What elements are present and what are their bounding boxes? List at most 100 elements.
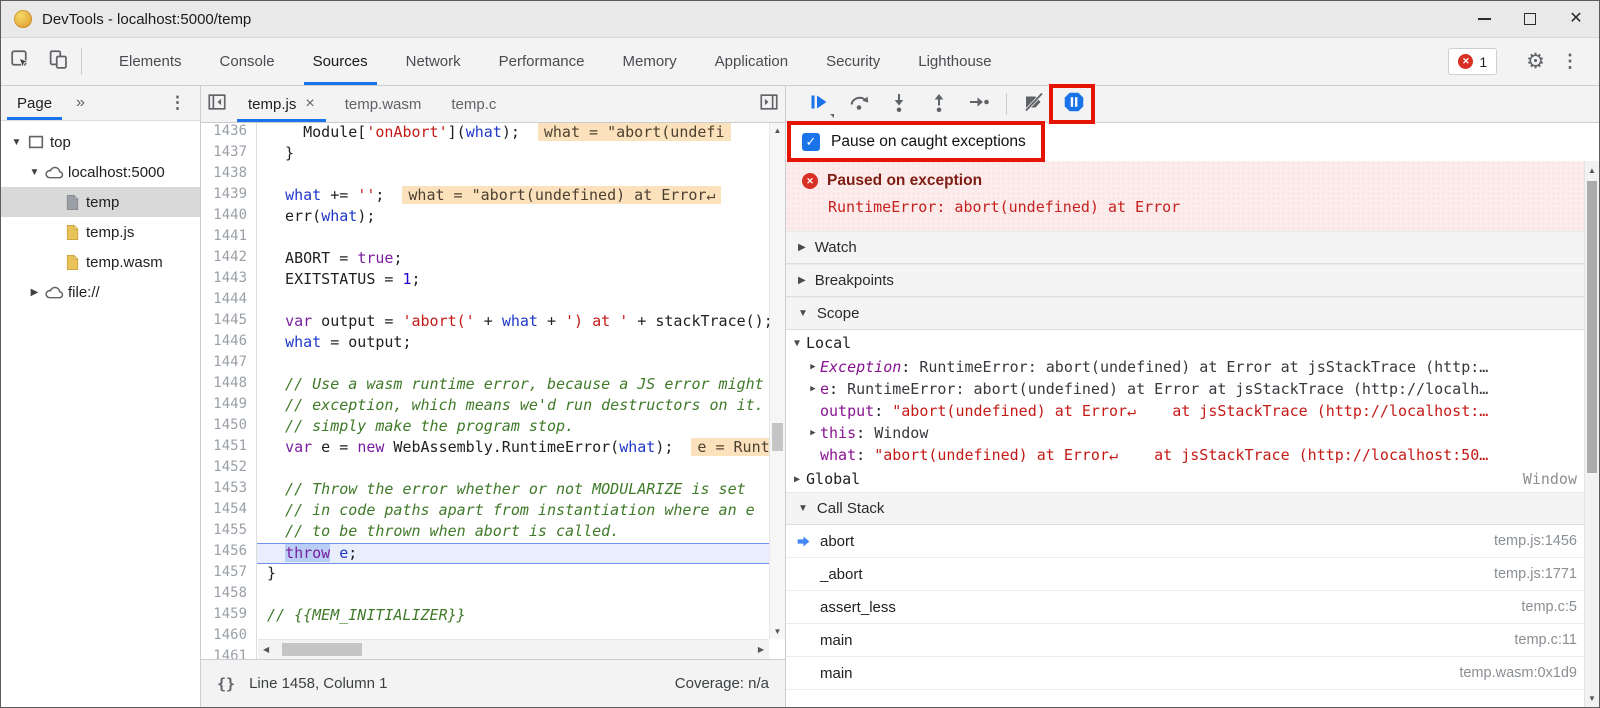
sidebar-menu-icon[interactable]: ⋮ [155, 93, 200, 113]
line-number[interactable]: 1446 [201, 333, 257, 354]
main-menu-icon[interactable]: ⋮ [1555, 51, 1591, 72]
tab-security[interactable]: Security [807, 38, 899, 85]
scope-local-group[interactable]: ▼ Local [786, 330, 1599, 356]
code-line[interactable]: 1449 // exception, which means we'd run … [201, 396, 785, 417]
scope-global-group[interactable]: ▶ Global Window [786, 466, 1599, 492]
collapse-triangle-icon[interactable]: ▶ [806, 428, 820, 438]
code-line[interactable]: 1452 [201, 459, 785, 480]
line-number[interactable]: 1453 [201, 480, 257, 501]
code-line[interactable]: 1455 // to be thrown when abort is calle… [201, 522, 785, 543]
line-number[interactable]: 1454 [201, 501, 257, 522]
call-stack-frame-assert_less[interactable]: assert_lesstemp.c:5 [786, 591, 1599, 624]
line-number[interactable]: 1459 [201, 606, 257, 627]
scope-item-output[interactable]: ▶output: "abort(undefined) at Error↵ at … [786, 400, 1599, 422]
line-number[interactable]: 1451 [201, 438, 257, 459]
line-number[interactable]: 1452 [201, 459, 257, 480]
line-number[interactable]: 1461 [201, 648, 257, 659]
step-button[interactable] [962, 89, 996, 119]
hide-navigator-button[interactable] [201, 86, 233, 122]
line-number[interactable]: 1460 [201, 627, 257, 648]
tab-application[interactable]: Application [696, 38, 807, 85]
code-line[interactable]: 1440 err(what); [201, 207, 785, 228]
frame-location[interactable]: temp.wasm:0x1d9 [1459, 665, 1577, 681]
line-number[interactable]: 1448 [201, 375, 257, 396]
tab-console[interactable]: Console [201, 38, 294, 85]
frame-location[interactable]: temp.js:1771 [1494, 566, 1577, 582]
scrollbar-thumb[interactable] [1587, 181, 1597, 473]
pretty-print-icon[interactable]: {} [201, 675, 249, 693]
call-stack-frame-main[interactable]: maintemp.wasm:0x1d9 [786, 657, 1599, 690]
scope-item-this[interactable]: ▶this: Window [786, 422, 1599, 444]
collapse-triangle-icon[interactable]: ▶ [806, 384, 820, 394]
line-number[interactable]: 1441 [201, 228, 257, 249]
tab-page[interactable]: Page [1, 86, 68, 120]
editor-tab-temp.js[interactable]: temp.js× [233, 86, 330, 122]
line-number[interactable]: 1439 [201, 186, 257, 207]
line-number[interactable]: 1440 [201, 207, 257, 228]
step-out-button[interactable] [922, 89, 956, 119]
tab-network[interactable]: Network [387, 38, 480, 85]
maximize-button[interactable] [1507, 1, 1553, 37]
line-number[interactable]: 1443 [201, 270, 257, 291]
code-line[interactable]: 1453 // Throw the error whether or not M… [201, 480, 785, 501]
minimize-button[interactable] [1461, 1, 1507, 37]
code-line[interactable]: 1451 var e = new WebAssembly.RuntimeErro… [201, 438, 785, 459]
scroll-up-icon[interactable]: ▲ [1585, 166, 1599, 175]
collapse-triangle-icon[interactable]: ▶ [806, 362, 820, 372]
tree-item-file-[interactable]: ▶file:// [1, 277, 200, 307]
scrollbar-thumb[interactable] [282, 643, 362, 656]
code-line[interactable]: 1456 throw e; [201, 543, 785, 564]
frame-location[interactable]: temp.c:11 [1514, 632, 1577, 648]
collapse-triangle-icon[interactable]: ▶ [27, 287, 42, 298]
pause-on-caught-exceptions-checkbox[interactable]: ✓ [802, 133, 820, 151]
tab-performance[interactable]: Performance [480, 38, 604, 85]
code-line[interactable]: 1448 // Use a wasm runtime error, becaus… [201, 375, 785, 396]
editor-tab-temp.c[interactable]: temp.c [436, 86, 511, 122]
line-number[interactable]: 1438 [201, 165, 257, 186]
panel-vertical-scrollbar[interactable]: ▲ ▼ [1584, 161, 1599, 707]
expand-triangle-icon[interactable]: ▼ [9, 137, 24, 148]
line-number[interactable]: 1455 [201, 522, 257, 543]
scope-item-what[interactable]: ▶what: "abort(undefined) at Error↵ at js… [786, 444, 1599, 466]
expand-triangle-icon[interactable]: ▼ [27, 167, 42, 178]
scroll-up-icon[interactable]: ▲ [770, 126, 785, 135]
call-stack-frame-abort[interactable]: aborttemp.js:1456 [786, 525, 1599, 558]
pause-on-caught-exceptions-row[interactable]: ✓ Pause on caught exceptions [786, 123, 1599, 161]
scroll-right-icon[interactable]: ▶ [758, 640, 764, 659]
step-over-button[interactable] [842, 89, 876, 119]
scope-item-e[interactable]: ▶e: RuntimeError: abort(undefined) at Er… [786, 378, 1599, 400]
section-breakpoints[interactable]: ▶ Breakpoints [786, 264, 1599, 297]
code-line[interactable]: 1459// {{MEM_INITIALIZER}} [201, 606, 785, 627]
code-line[interactable]: 1445 var output = 'abort(' + what + ') a… [201, 312, 785, 333]
scrollbar-thumb[interactable] [772, 423, 783, 451]
close-tab-icon[interactable]: × [305, 95, 314, 113]
code-line[interactable]: 1444 [201, 291, 785, 312]
line-number[interactable]: 1449 [201, 396, 257, 417]
code-line[interactable]: 1441 [201, 228, 785, 249]
settings-gear-icon[interactable]: ⚙ [1516, 49, 1555, 74]
code-line[interactable]: 1439 what += '';what = "abort(undefined)… [201, 186, 785, 207]
frame-location[interactable]: temp.c:5 [1521, 599, 1577, 615]
scroll-down-icon[interactable]: ▼ [770, 627, 785, 636]
code-line[interactable]: 1457} [201, 564, 785, 585]
tree-item-localhost-5000[interactable]: ▼localhost:5000 [1, 157, 200, 187]
device-toolbar-button[interactable] [39, 38, 77, 85]
tree-item-temp[interactable]: temp [1, 187, 200, 217]
line-number[interactable]: 1436 [201, 123, 257, 144]
step-into-button[interactable] [882, 89, 916, 119]
close-button[interactable]: ✕ [1553, 1, 1599, 37]
tab-memory[interactable]: Memory [604, 38, 696, 85]
section-watch[interactable]: ▶ Watch [786, 231, 1599, 264]
tree-item-top[interactable]: ▼top [1, 127, 200, 157]
editor-vertical-scrollbar[interactable]: ▲ ▼ [769, 123, 785, 639]
scroll-left-icon[interactable]: ◀ [263, 640, 269, 659]
code-line[interactable]: 1436 Module['onAbort'](what);what = "abo… [201, 123, 785, 144]
error-badge[interactable]: ✕ 1 [1448, 48, 1497, 75]
code-line[interactable]: 1446 what = output; [201, 333, 785, 354]
line-number[interactable]: 1444 [201, 291, 257, 312]
tab-sources[interactable]: Sources [294, 38, 387, 85]
line-number[interactable]: 1450 [201, 417, 257, 438]
tree-item-temp.wasm[interactable]: temp.wasm [1, 247, 200, 277]
call-stack-frame-_abort[interactable]: _aborttemp.js:1771 [786, 558, 1599, 591]
code-line[interactable]: 1437 } [201, 144, 785, 165]
